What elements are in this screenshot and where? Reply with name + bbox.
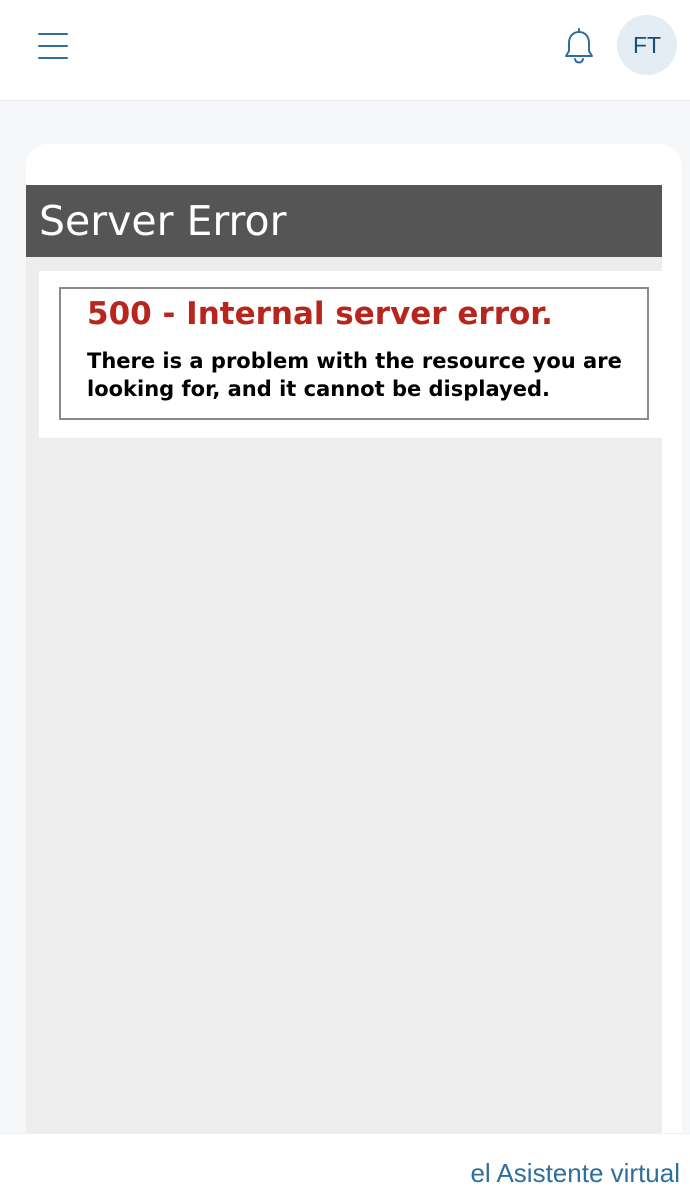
menu-line [38,57,68,59]
error-code-message: 500 - Internal server error. [87,296,553,332]
user-avatar[interactable]: FT [617,15,677,75]
error-header-bar: Server Error [26,185,662,257]
menu-line [38,45,68,47]
bell-icon[interactable] [560,27,598,65]
error-description: There is a problem with the resource you… [87,349,622,401]
embedded-error-page: Server Error 500 - Internal server error… [26,185,662,1154]
virtual-assistant-link[interactable]: el Asistente virtual [470,1158,680,1188]
app-header: FT [0,0,690,101]
menu-line [38,33,68,35]
error-content-panel: 500 - Internal server error. There is a … [39,271,662,438]
error-page-title: Server Error [39,197,287,245]
content-card: Server Error 500 - Internal server error… [26,144,682,1154]
hamburger-menu-icon[interactable] [36,31,70,61]
bell-icon-graphic [565,28,593,64]
error-message-box: 500 - Internal server error. There is a … [59,287,649,420]
bottom-bar: el Asistente virtual [0,1133,690,1200]
